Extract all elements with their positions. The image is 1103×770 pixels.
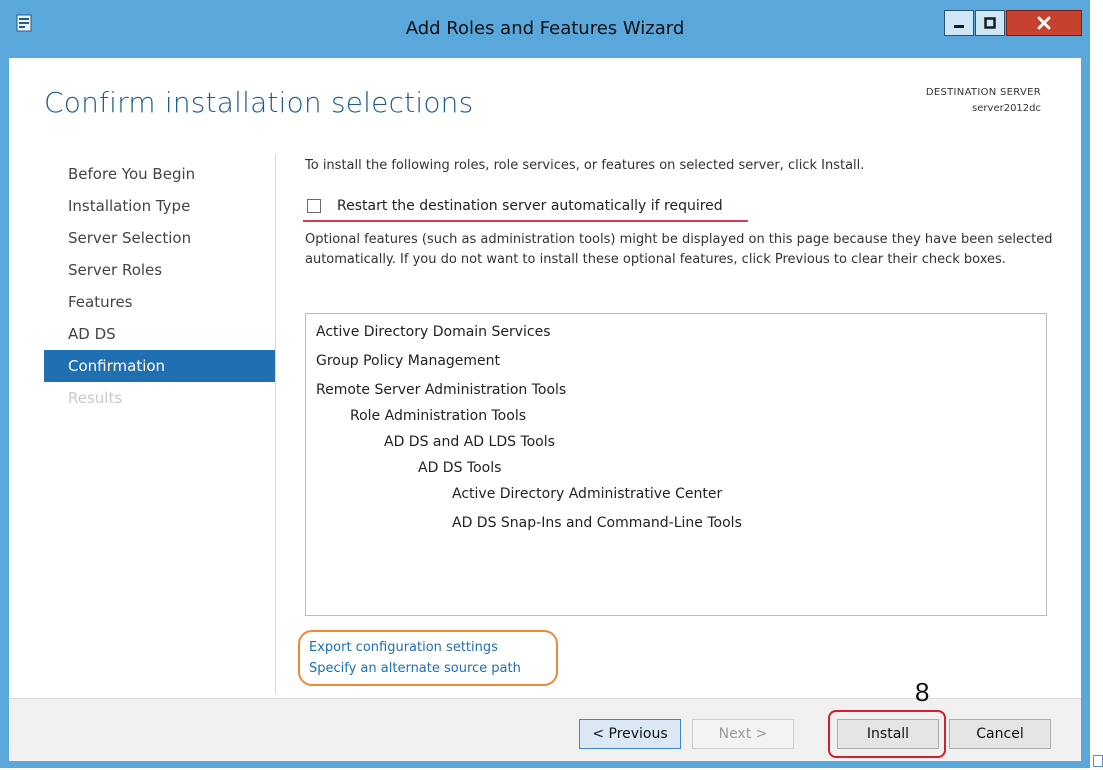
cancel-button[interactable]: Cancel xyxy=(949,719,1051,749)
wizard-nav: Before You Begin Installation Type Serve… xyxy=(44,158,275,414)
nav-item-installation-type[interactable]: Installation Type xyxy=(44,190,275,222)
nav-item-server-roles[interactable]: Server Roles xyxy=(44,254,275,286)
page-title: Confirm installation selections xyxy=(44,86,474,119)
feature-item: AD DS Tools xyxy=(418,460,502,476)
feature-item: AD DS Snap-Ins and Command-Line Tools xyxy=(452,515,742,531)
maximize-icon xyxy=(984,17,996,29)
window-title: Add Roles and Features Wizard xyxy=(405,18,685,39)
selected-features-list[interactable]: Active Directory Domain Services Group P… xyxy=(305,313,1047,616)
feature-item: AD DS and AD LDS Tools xyxy=(384,434,555,450)
annotation-underline xyxy=(303,220,748,222)
feature-item: Active Directory Administrative Center xyxy=(452,486,723,502)
previous-button[interactable]: < Previous xyxy=(579,719,681,749)
close-icon xyxy=(1037,16,1051,30)
title-bar[interactable]: Add Roles and Features Wizard xyxy=(0,0,1090,58)
restart-option[interactable]: Restart the destination server automatic… xyxy=(307,198,723,214)
nav-item-results: Results xyxy=(68,389,123,407)
feature-item: Group Policy Management xyxy=(316,353,501,369)
close-button[interactable] xyxy=(1006,10,1082,36)
nav-item-ad-ds[interactable]: AD DS xyxy=(44,318,275,350)
destination-server-label: DESTINATION SERVER xyxy=(925,87,1041,98)
restart-checkbox[interactable] xyxy=(307,199,321,213)
corner-mark-icon xyxy=(1093,755,1103,767)
maximize-button[interactable] xyxy=(975,10,1005,36)
install-annotation-outline xyxy=(828,710,946,758)
intro-text: To install the following roles, role ser… xyxy=(305,158,865,173)
restart-checkbox-label[interactable]: Restart the destination server automatic… xyxy=(337,198,723,214)
nav-divider xyxy=(275,154,276,694)
step-number-annotation: 8 xyxy=(915,677,930,707)
next-button: Next > xyxy=(692,719,794,749)
feature-item: Active Directory Domain Services xyxy=(316,324,551,340)
minimize-icon xyxy=(954,25,964,28)
wizard-client-area: Confirm installation selections DESTINAT… xyxy=(9,58,1081,761)
minimize-button[interactable] xyxy=(944,10,974,36)
export-configuration-link[interactable]: Export configuration settings xyxy=(309,640,498,655)
optional-features-text: Optional features (such as administratio… xyxy=(305,232,1053,267)
nav-item-before-you-begin[interactable]: Before You Begin xyxy=(44,158,275,190)
links-annotation-outline xyxy=(298,630,558,686)
destination-server-name: server2012dc xyxy=(972,103,1041,114)
alternate-source-path-link[interactable]: Specify an alternate source path xyxy=(309,661,521,676)
feature-item: Remote Server Administration Tools xyxy=(316,382,567,398)
feature-item: Role Administration Tools xyxy=(350,408,526,424)
nav-item-features[interactable]: Features xyxy=(44,286,275,318)
nav-item-confirmation[interactable]: Confirmation xyxy=(44,350,275,382)
wizard-window: Add Roles and Features Wizard Confirm in… xyxy=(0,0,1090,768)
nav-item-server-selection[interactable]: Server Selection xyxy=(44,222,275,254)
